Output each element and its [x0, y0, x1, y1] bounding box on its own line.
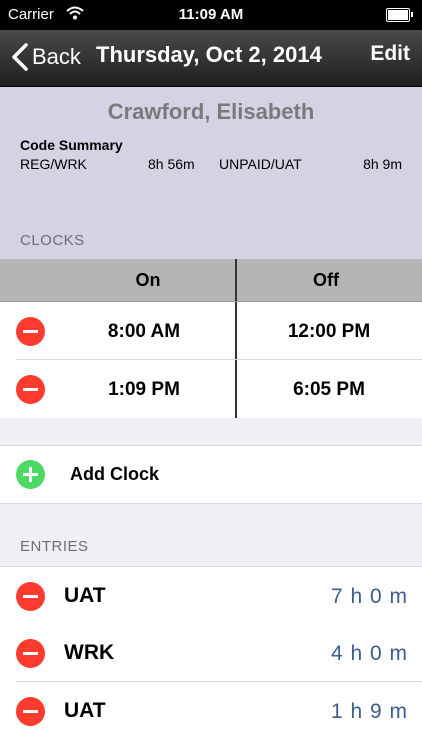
entry-row[interactable]: UAT 1 h 9 m [0, 682, 422, 750]
entry-code: UAT [64, 584, 106, 607]
column-divider [235, 259, 237, 301]
add-clock-icon[interactable] [16, 460, 45, 489]
entries-section-header: ENTRIES [20, 538, 89, 555]
delete-clock-button[interactable] [16, 375, 45, 404]
entry-code: WRK [64, 641, 115, 664]
page-title: Thursday, Oct 2, 2014 [96, 42, 322, 67]
battery-icon [386, 8, 413, 22]
entry-duration: 4 h 0 m [330, 642, 408, 665]
code-summary-value: 8h 56m [148, 156, 195, 172]
delete-clock-button[interactable] [16, 317, 45, 346]
edit-button[interactable]: Edit [370, 42, 410, 66]
code-summary-value: 8h 9m [363, 156, 402, 172]
entry-duration: 7 h 0 m [330, 585, 408, 608]
code-summary-code: UNPAID/UAT [219, 156, 302, 172]
summary-panel: Crawford, Elisabeth Code Summary REG/WRK… [0, 87, 422, 259]
entry-code: UAT [64, 699, 106, 722]
clock-row: 8:00 AM 12:00 PM [0, 302, 422, 360]
back-label: Back [32, 44, 81, 69]
code-summary-code: REG/WRK [20, 156, 87, 172]
clock-on-time[interactable]: 8:00 AM [44, 321, 244, 343]
column-divider [235, 302, 237, 360]
employee-name: Crawford, Elisabeth [107, 99, 315, 124]
delete-entry-button[interactable] [16, 697, 45, 726]
column-divider [235, 360, 237, 418]
chevron-left-icon [10, 42, 32, 72]
clock-on-time[interactable]: 1:09 PM [44, 379, 244, 401]
column-on: On [135, 270, 161, 290]
add-clock-label[interactable]: Add Clock [70, 464, 159, 485]
entry-row[interactable]: UAT 7 h 0 m [0, 566, 422, 625]
column-off: Off [313, 270, 339, 290]
status-time: 11:09 AM [178, 6, 244, 23]
clocks-table-header: On Off [0, 259, 422, 302]
entry-duration: 1 h 9 m [330, 700, 408, 723]
clock-off-time[interactable]: 12:00 PM [229, 321, 422, 343]
clock-off-time[interactable]: 6:05 PM [229, 379, 422, 401]
delete-entry-button[interactable] [16, 639, 45, 668]
clock-row: 1:09 PM 6:05 PM [0, 360, 422, 418]
back-button[interactable]: Back [10, 42, 81, 72]
delete-entry-button[interactable] [16, 582, 45, 611]
navigation-bar: Back Thursday, Oct 2, 2014 Edit [0, 30, 422, 87]
status-bar: Carrier 11:09 AM [0, 0, 422, 30]
entry-row[interactable]: WRK 4 h 0 m [0, 624, 422, 682]
clocks-section-header: CLOCKS [20, 232, 85, 249]
add-clock-row[interactable]: Add Clock [0, 445, 422, 504]
code-summary-label: Code Summary [20, 137, 123, 153]
